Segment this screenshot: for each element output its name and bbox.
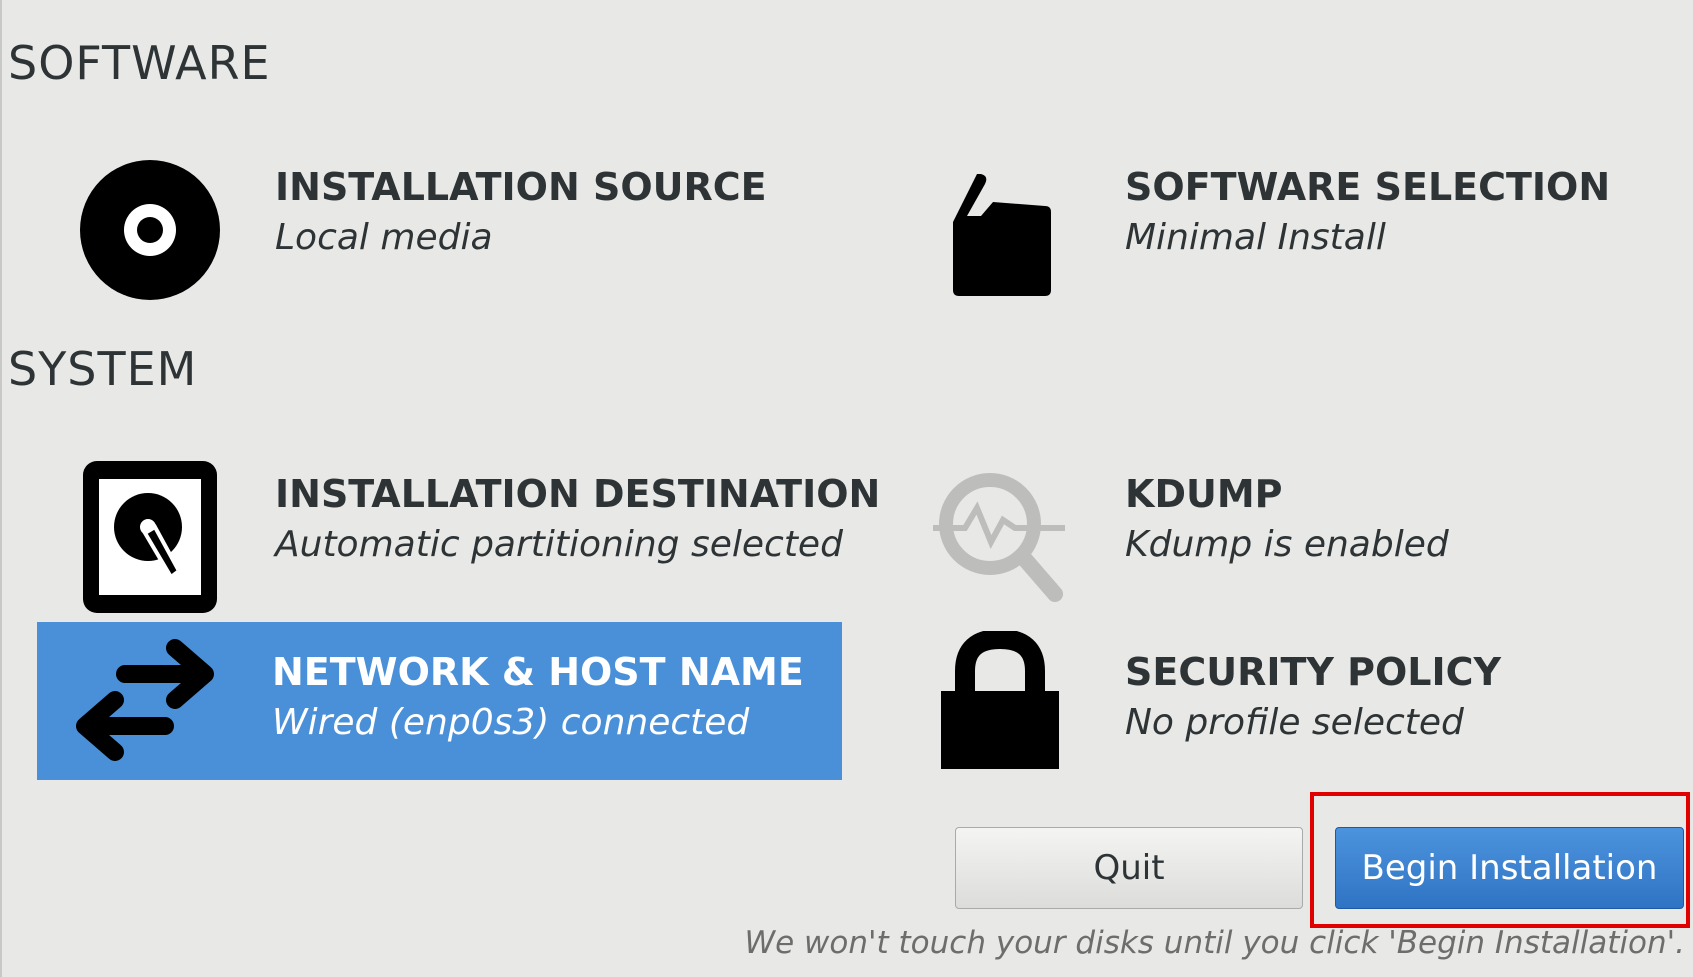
spoke-title: INSTALLATION SOURCE bbox=[275, 165, 767, 209]
spoke-title: INSTALLATION DESTINATION bbox=[275, 472, 881, 516]
window-left-border bbox=[0, 0, 2, 977]
spoke-title: SECURITY POLICY bbox=[1125, 650, 1502, 694]
spoke-kdump[interactable]: KDUMP Kdump is enabled bbox=[890, 452, 1680, 612]
spoke-title: SOFTWARE SELECTION bbox=[1125, 165, 1611, 209]
hint-text: We won't touch your disks until you clic… bbox=[744, 925, 1685, 961]
disc-icon bbox=[70, 155, 230, 305]
spoke-security-policy[interactable]: SECURITY POLICY No profile selected bbox=[890, 622, 1680, 780]
spoke-status: Local media bbox=[275, 217, 493, 258]
spoke-status: Kdump is enabled bbox=[1125, 524, 1449, 565]
spoke-installation-destination[interactable]: INSTALLATION DESTINATION Automatic parti… bbox=[40, 452, 880, 613]
spoke-installation-source[interactable]: INSTALLATION SOURCE Local media bbox=[40, 145, 840, 305]
spoke-status: Minimal Install bbox=[1125, 217, 1386, 258]
spoke-software-selection[interactable]: SOFTWARE SELECTION Minimal Install bbox=[890, 145, 1680, 305]
section-title-software: SOFTWARE bbox=[8, 36, 271, 90]
spoke-title: KDUMP bbox=[1125, 472, 1283, 516]
magnifier-icon bbox=[920, 462, 1080, 612]
package-icon bbox=[920, 155, 1080, 305]
begin-installation-button[interactable]: Begin Installation bbox=[1335, 827, 1684, 909]
section-title-system: SYSTEM bbox=[8, 342, 198, 396]
lock-icon bbox=[920, 626, 1080, 776]
spoke-network-host-name[interactable]: NETWORK & HOST NAME Wired (enp0s3) conne… bbox=[37, 622, 842, 780]
spoke-status: Automatic partitioning selected bbox=[275, 524, 843, 565]
quit-button[interactable]: Quit bbox=[955, 827, 1303, 909]
spoke-status: Wired (enp0s3) connected bbox=[272, 702, 750, 743]
spoke-title: NETWORK & HOST NAME bbox=[272, 650, 804, 694]
hard-disk-icon bbox=[70, 461, 230, 613]
spoke-status: No profile selected bbox=[1125, 702, 1464, 743]
network-arrows-icon bbox=[65, 626, 225, 776]
